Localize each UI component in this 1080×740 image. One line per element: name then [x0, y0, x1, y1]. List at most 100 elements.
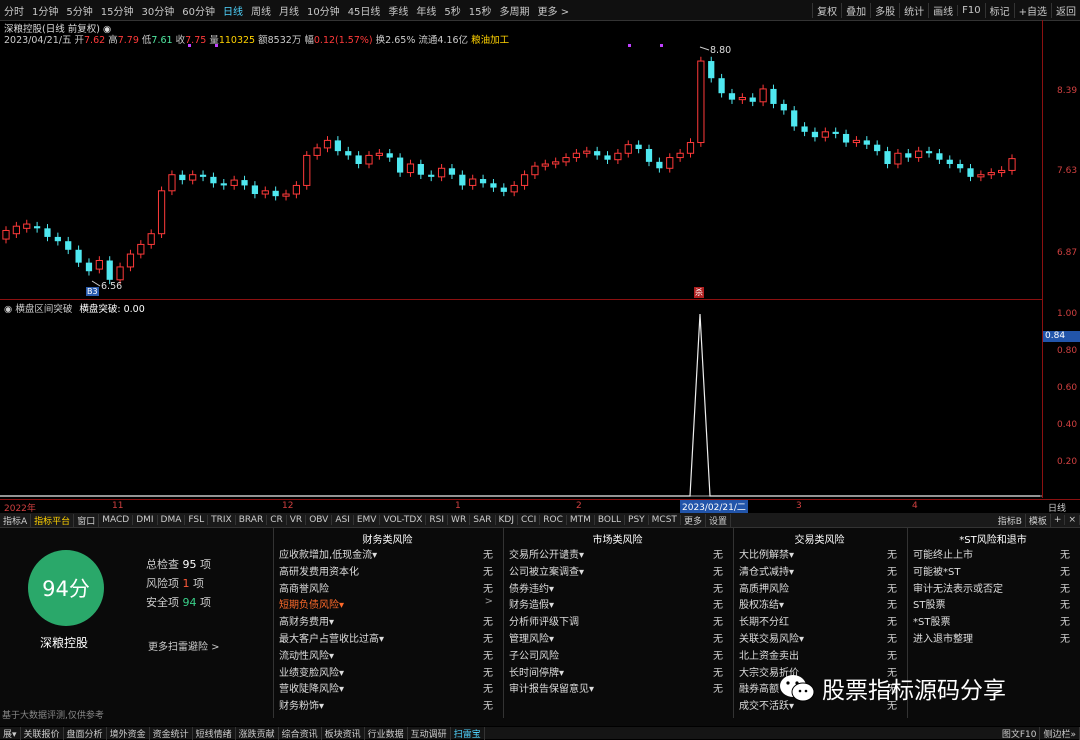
bottom-tab[interactable]: 展▾	[0, 726, 21, 740]
indicator-tab[interactable]: ROC	[540, 515, 567, 525]
risk-item[interactable]: 分析师评级下调 无	[509, 613, 723, 629]
toolbar-button[interactable]: 标记	[984, 2, 1014, 18]
period-tab[interactable]: 10分钟	[303, 3, 344, 18]
indicator-panel[interactable]: ◉ 横盘区间突破 横盘突破: 0.00	[0, 300, 1042, 498]
risk-item[interactable]: 进入退市整理 无	[913, 630, 1070, 646]
indicator-tab[interactable]: PSY	[625, 515, 649, 525]
indicator-tab-right[interactable]: ×	[1065, 515, 1080, 525]
risk-item[interactable]: *ST股票 无	[913, 613, 1070, 629]
indicator-tab[interactable]: EMV	[354, 515, 381, 525]
toolbar-button[interactable]: 叠加	[841, 2, 870, 18]
period-tab[interactable]: 季线	[384, 3, 412, 18]
indicator-tab[interactable]: ASI	[332, 515, 354, 525]
more-scan-link[interactable]: 更多扫雷避险 >	[148, 638, 220, 653]
indicator-tab-right[interactable]: 指标B	[995, 513, 1026, 527]
toolbar-button[interactable]: 复权	[812, 2, 841, 18]
indicator-tab[interactable]: 指标A	[0, 513, 32, 527]
risk-item[interactable]: 高质押风险 无	[739, 580, 897, 596]
risk-item[interactable]: 股权冻结▾ 无	[739, 596, 897, 612]
risk-item[interactable]: 北上资金卖出 无	[739, 647, 897, 663]
bottom-tab[interactable]: 盘面分析	[64, 726, 107, 740]
indicator-tab[interactable]: DMA	[158, 515, 186, 525]
candlestick-panel[interactable]: 深粮控股(日线 前复权) ◉ 2023/04/21/五 开7.62 高7.79 …	[0, 20, 1042, 300]
risk-item[interactable]: 高财务费用▾ 无	[279, 613, 493, 629]
indicator-tab[interactable]: DMI	[133, 515, 158, 525]
risk-item[interactable]: 流动性风险▾ 无	[279, 647, 493, 663]
indicator-tab[interactable]: FSL	[185, 515, 209, 525]
period-tab[interactable]: 周线	[247, 3, 275, 18]
bottom-tab[interactable]: 板块资讯	[322, 726, 365, 740]
toolbar-button[interactable]: 画线	[928, 2, 957, 18]
indicator-tab[interactable]: 更多	[681, 513, 706, 527]
toolbar-button[interactable]: 多股	[870, 2, 899, 18]
risk-item[interactable]: 可能终止上市 无	[913, 546, 1070, 562]
bottom-tab[interactable]: 境外资金	[107, 726, 150, 740]
indicator-tab[interactable]: MTM	[567, 515, 595, 525]
risk-item[interactable]: ST股票 无	[913, 596, 1070, 612]
period-tab[interactable]: 5分钟	[62, 3, 96, 18]
indicator-tab-right[interactable]: +	[1051, 515, 1066, 525]
indicator-tab[interactable]: RSI	[426, 515, 449, 525]
toolbar-button[interactable]: +自选	[1013, 2, 1051, 18]
period-tab[interactable]: 15秒	[465, 3, 496, 18]
risk-item[interactable]: 审计报告保留意见▾ 无	[509, 680, 723, 696]
bottom-tab[interactable]: 综合资讯	[279, 726, 322, 740]
bottom-tab[interactable]: 短线情绪	[193, 726, 236, 740]
bottom-tab[interactable]: 扫雷宝	[451, 726, 485, 740]
indicator-tab[interactable]: VR	[287, 515, 307, 525]
indicator-tab[interactable]: MACD	[99, 515, 134, 525]
risk-item[interactable]: 高商誉风险 无	[279, 580, 493, 596]
indicator-tab[interactable]: BOLL	[595, 515, 626, 525]
bottom-tab[interactable]: 关联报价	[21, 726, 64, 740]
period-tab[interactable]: 更多 >	[534, 3, 574, 18]
risk-item[interactable]: 短期负债风险▾ >	[279, 596, 493, 612]
period-tab[interactable]: 5秒	[440, 3, 464, 18]
risk-item[interactable]: 营收陡降风险▾ 无	[279, 680, 493, 696]
risk-item[interactable]: 管理风险▾ 无	[509, 630, 723, 646]
indicator-tab[interactable]: BRAR	[236, 515, 268, 525]
toolbar-button[interactable]: F10	[957, 4, 984, 16]
risk-item[interactable]: 审计无法表示或否定 无	[913, 580, 1070, 596]
period-tab[interactable]: 1分钟	[28, 3, 62, 18]
period-tab[interactable]: 60分钟	[178, 3, 219, 18]
period-tab[interactable]: 45日线	[344, 3, 385, 18]
risk-item[interactable]: 可能被*ST 无	[913, 563, 1070, 579]
risk-item[interactable]: 交易所公开谴责▾ 无	[509, 546, 723, 562]
risk-item[interactable]: 财务造假▾ 无	[509, 596, 723, 612]
bottom-right-button[interactable]: 侧边栏»	[1040, 726, 1080, 740]
indicator-tab[interactable]: SAR	[470, 515, 496, 525]
bottom-right-button[interactable]: 图文F10	[999, 726, 1041, 740]
indicator-tab[interactable]: MCST	[649, 515, 681, 525]
indicator-tab-right[interactable]: 模板	[1026, 513, 1051, 527]
toolbar-button[interactable]: 统计	[899, 2, 928, 18]
risk-item[interactable]: 最大客户占营收比过高▾ 无	[279, 630, 493, 646]
risk-item[interactable]: 业绩变脸风险▾ 无	[279, 664, 493, 680]
period-tab[interactable]: 年线	[412, 3, 440, 18]
period-tab[interactable]: 分时	[0, 3, 28, 18]
indicator-tab[interactable]: KDJ	[496, 515, 518, 525]
toolbar-button[interactable]: 返回	[1051, 2, 1080, 18]
period-tab[interactable]: 15分钟	[97, 3, 138, 18]
risk-item[interactable]: 清仓式减持▾ 无	[739, 563, 897, 579]
period-tab[interactable]: 月线	[275, 3, 303, 18]
period-tab[interactable]: 30分钟	[137, 3, 178, 18]
indicator-tab[interactable]: CCI	[518, 515, 541, 525]
indicator-tab[interactable]: CR	[267, 515, 287, 525]
indicator-tab[interactable]: 设置	[706, 513, 731, 527]
risk-item[interactable]: 高研发费用资本化 无	[279, 563, 493, 579]
period-tab[interactable]: 日线	[219, 3, 247, 18]
risk-item[interactable]: 公司被立案调查▾ 无	[509, 563, 723, 579]
indicator-tab[interactable]: 窗口	[74, 513, 100, 527]
risk-item[interactable]: 长期不分红 无	[739, 613, 897, 629]
event-badge[interactable]: 杀	[694, 287, 704, 298]
bottom-tab[interactable]: 资金统计	[150, 726, 193, 740]
indicator-tab[interactable]: TRIX	[208, 515, 236, 525]
risk-item[interactable]: 长时间停牌▾ 无	[509, 664, 723, 680]
bottom-tab[interactable]: 互动调研	[408, 726, 451, 740]
risk-item[interactable]: 应收款增加,低现金流▾ 无	[279, 546, 493, 562]
risk-item[interactable]: 子公司风险 无	[509, 647, 723, 663]
indicator-tab[interactable]: VOL-TDX	[380, 515, 427, 525]
indicator-tab[interactable]: WR	[448, 515, 471, 525]
bottom-tab[interactable]: 行业数据	[365, 726, 408, 740]
risk-item[interactable]: 大比例解禁▾ 无	[739, 546, 897, 562]
